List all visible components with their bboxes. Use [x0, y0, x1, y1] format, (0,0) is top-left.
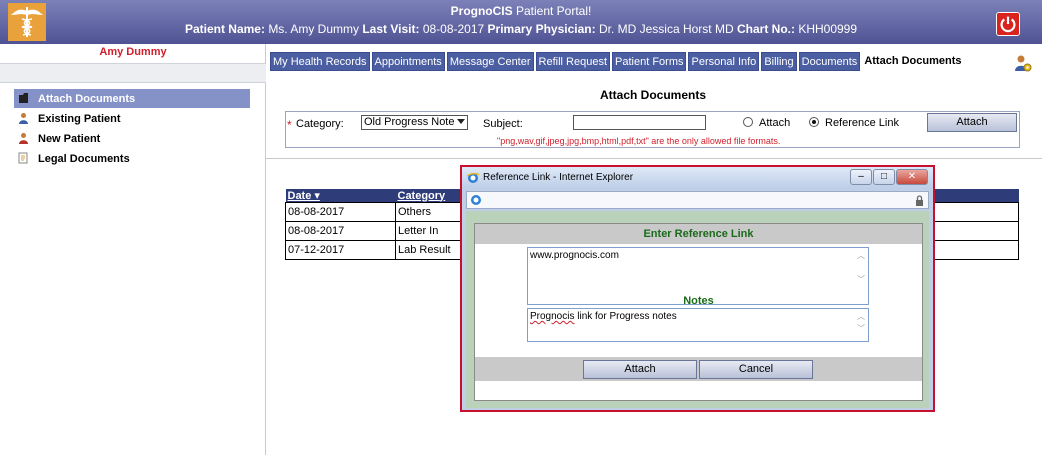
reference-link-form: Enter Reference Link www.prognocis.com ︿… — [474, 223, 923, 401]
user-icon — [19, 133, 28, 144]
section-heading: Enter Reference Link — [475, 224, 922, 244]
power-logout-icon[interactable] — [996, 12, 1020, 36]
physician-value: Dr. MD Jessica Horst MD — [598, 22, 734, 36]
sidebar-item-label: Attach Documents — [38, 92, 136, 105]
chart-no-value: KHH00999 — [798, 22, 858, 36]
tab-attach-documents[interactable]: Attach Documents — [862, 52, 964, 71]
attach-button[interactable]: Attach — [927, 113, 1017, 132]
top-tab-bar: My Health Records Appointments Message C… — [270, 52, 966, 71]
sidebar-separator-bar — [0, 63, 266, 83]
app-title: PrognoCIS Patient Portal! — [450, 4, 592, 18]
app-header: PrognoCIS Patient Portal! Patient Name: … — [0, 0, 1042, 44]
tab-refill-request[interactable]: Refill Request — [535, 52, 611, 71]
popup-attach-button[interactable]: Attach — [583, 360, 697, 379]
lock-icon — [916, 195, 923, 206]
tab-patient-forms[interactable]: Patient Forms — [612, 52, 687, 71]
physician-label: Primary Physician: — [487, 22, 596, 36]
radio-reference-link-label: Reference Link — [825, 117, 899, 129]
chevron-down-icon — [457, 119, 465, 124]
subject-label: Subject: — [483, 118, 523, 130]
last-visit-label: Last Visit: — [362, 22, 420, 36]
tab-my-health-records[interactable]: My Health Records — [270, 52, 370, 71]
allowed-formats-note: "png,wav,gif,jpeg,jpg,bmp,html,pdf,txt" … — [497, 136, 781, 146]
internet-explorer-icon — [467, 172, 479, 183]
category-selected-value: Old Progress Note — [364, 116, 455, 128]
popup-content: Enter Reference Link www.prognocis.com ︿… — [466, 211, 929, 408]
sidebar-menu: Attach Documents Existing Patient New Pa… — [14, 89, 250, 169]
folder-icon — [19, 93, 28, 103]
tab-documents[interactable]: Documents — [798, 52, 861, 71]
textarea-scrollbar[interactable]: ︿ ﹀ — [856, 250, 866, 286]
sidebar-patient-name: Amy Dummy — [99, 46, 167, 58]
notes-label: Notes — [683, 295, 714, 307]
cell-date: 07-12-2017 — [285, 240, 396, 260]
radio-attach[interactable] — [743, 117, 753, 127]
reference-link-value: www.prognocis.com — [530, 250, 619, 261]
divider — [266, 158, 1042, 159]
notes-value-rest: link for Progress notes — [574, 311, 677, 322]
sidebar-item-label: Existing Patient — [38, 112, 121, 125]
patient-name-value: Ms. Amy Dummy — [268, 22, 359, 36]
sidebar-item-label: New Patient — [38, 132, 101, 145]
user-icon — [19, 113, 28, 124]
sidebar-item-new-patient[interactable]: New Patient — [14, 129, 250, 148]
close-window-button[interactable]: ✕ — [896, 169, 928, 185]
sidebar-item-legal-documents[interactable]: Legal Documents — [14, 149, 250, 168]
radio-attach-label: Attach — [759, 117, 791, 129]
attach-documents-title: Attach Documents — [599, 88, 706, 102]
popup-button-bar: Attach Cancel — [475, 357, 922, 381]
minimize-button[interactable]: – — [850, 169, 872, 185]
left-sidebar: Amy Dummy Attach Documents Existing Pati… — [0, 44, 266, 455]
sidebar-item-existing-patient[interactable]: Existing Patient — [14, 109, 250, 128]
column-date[interactable]: Date ▾ — [285, 189, 396, 203]
category-select[interactable]: Old Progress Note — [361, 115, 468, 130]
reference-link-popup: Reference Link - Internet Explorer – □ ✕… — [460, 165, 935, 412]
document-icon — [18, 152, 28, 164]
sidebar-item-label: Legal Documents — [38, 152, 130, 165]
category-label: Category: — [296, 118, 344, 130]
subject-input[interactable] — [573, 115, 706, 130]
tab-personal-info[interactable]: Personal Info — [688, 52, 760, 71]
tab-message-center[interactable]: Message Center — [446, 52, 534, 71]
tab-appointments[interactable]: Appointments — [371, 52, 445, 71]
cell-date: 08-08-2017 — [285, 202, 396, 222]
cell-date: 08-08-2017 — [285, 221, 396, 241]
notes-textarea[interactable]: Prognocis link for Progress notes ︿ ﹀ — [527, 308, 869, 342]
popup-cancel-button[interactable]: Cancel — [699, 360, 813, 379]
chart-no-label: Chart No.: — [736, 22, 795, 36]
radio-reference-link[interactable] — [809, 117, 819, 127]
required-marker: * — [287, 118, 292, 132]
popup-window-title: Reference Link - Internet Explorer — [483, 172, 634, 183]
sidebar-item-attach-documents[interactable]: Attach Documents — [14, 89, 250, 108]
popup-titlebar[interactable]: Reference Link - Internet Explorer – □ ✕ — [462, 167, 933, 189]
patient-name-label: Patient Name: — [184, 22, 265, 36]
textarea-scrollbar[interactable]: ︿ ﹀ — [856, 311, 866, 335]
patient-info-line: Patient Name: Ms. Amy Dummy Last Visit: … — [0, 22, 1042, 36]
user-settings-icon[interactable] — [1014, 54, 1032, 72]
tab-billing[interactable]: Billing — [761, 52, 797, 71]
notes-value-word: Prognocis — [530, 311, 575, 322]
maximize-button[interactable]: □ — [873, 169, 895, 185]
last-visit-value: 08-08-2017 — [422, 22, 485, 36]
address-bar[interactable] — [466, 191, 929, 209]
page-icon — [471, 195, 481, 205]
